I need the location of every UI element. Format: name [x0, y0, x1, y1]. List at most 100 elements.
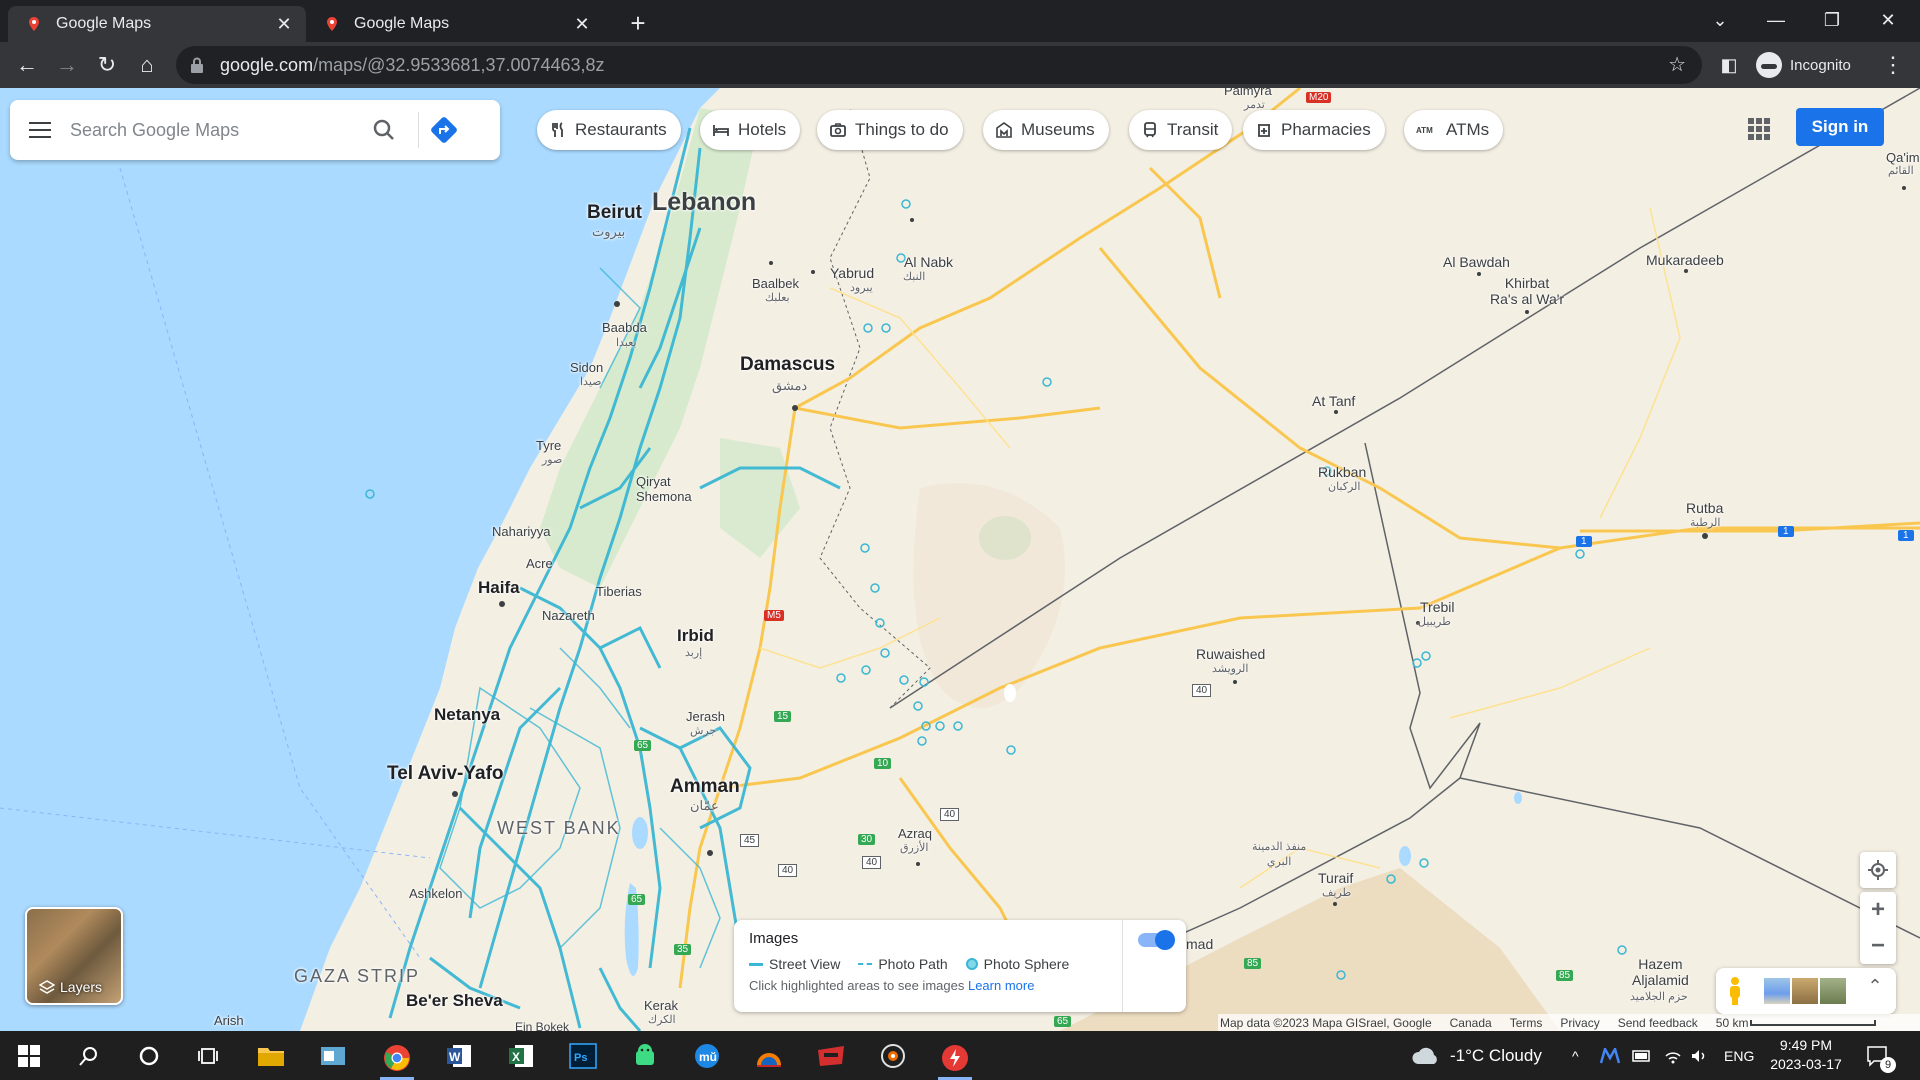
- layers-button[interactable]: Layers: [25, 907, 123, 1005]
- excel-icon[interactable]: X: [504, 1039, 538, 1073]
- sign-in-button[interactable]: Sign in: [1796, 108, 1884, 146]
- app-icon[interactable]: [938, 1039, 972, 1080]
- road-shield: 40: [778, 864, 798, 877]
- battery-icon[interactable]: [1632, 1031, 1652, 1080]
- cortana-icon[interactable]: [132, 1039, 166, 1073]
- chip-hotels[interactable]: Hotels: [700, 110, 801, 150]
- scale-bar[interactable]: 50 km: [1716, 1016, 1877, 1030]
- address-bar[interactable]: google.com/maps/@32.9533681,37.0074463,8…: [176, 46, 1702, 84]
- label-qiryat-shemona: Qiryat Shemona: [636, 474, 692, 504]
- chip-museums[interactable]: Museums: [983, 110, 1109, 150]
- chip-things-to-do[interactable]: Things to do: [817, 110, 963, 150]
- file-explorer-icon[interactable]: [254, 1039, 288, 1073]
- weather-widget[interactable]: -1°C Cloudy: [1410, 1031, 1542, 1080]
- chip-pharmacies[interactable]: Pharmacies: [1243, 110, 1385, 150]
- close-tab-icon[interactable]: ✕: [274, 14, 294, 35]
- app-icon[interactable]: [752, 1039, 786, 1073]
- label-yabrud-ar: يبرود: [850, 282, 873, 294]
- clock[interactable]: 9:49 PM 2023-03-17: [1766, 1036, 1846, 1074]
- new-tab-button[interactable]: +: [624, 8, 652, 39]
- chip-label: Hotels: [738, 120, 787, 139]
- label-kerak: Kerak: [644, 998, 678, 1013]
- label-azraq-ar: الأزرق: [900, 842, 929, 854]
- tab-search-icon[interactable]: ⌄: [1698, 0, 1742, 40]
- restore-button[interactable]: ❐: [1810, 0, 1854, 40]
- imagery-thumbnail[interactable]: [1820, 978, 1846, 1004]
- label-netanya: Netanya: [434, 705, 501, 724]
- road-shield: 85: [1556, 970, 1574, 981]
- road-shield: M5: [764, 610, 784, 621]
- home-icon[interactable]: ⌂: [132, 50, 162, 80]
- map-canvas[interactable]: Lebanon Beirut بيروت Baabda بعبدا Baalbe…: [0, 88, 1920, 1031]
- road-shield: 65: [634, 740, 652, 751]
- imagery-thumbnail[interactable]: [1792, 978, 1818, 1004]
- back-icon[interactable]: ←: [12, 50, 42, 80]
- atm-icon: ATM: [1416, 126, 1433, 135]
- notifications-button[interactable]: 9: [1866, 1031, 1896, 1080]
- chip-restaurants[interactable]: Restaurants: [537, 110, 681, 150]
- chip-transit[interactable]: Transit: [1129, 110, 1233, 150]
- send-feedback-link[interactable]: Send feedback: [1618, 1016, 1698, 1030]
- label-baalbek-ar: بعلبك: [765, 292, 790, 304]
- volume-icon[interactable]: [1690, 1031, 1708, 1080]
- hamburger-menu-icon[interactable]: [10, 100, 70, 160]
- media-player-icon[interactable]: [876, 1039, 910, 1073]
- incognito-profile[interactable]: Incognito: [1756, 50, 1851, 80]
- chip-atms[interactable]: ATM ATMs: [1404, 110, 1504, 150]
- app-icon[interactable]: mŭ: [690, 1039, 724, 1073]
- tab-title: Google Maps: [354, 15, 450, 32]
- road-shield: 85: [1244, 958, 1262, 969]
- browser-tab-2[interactable]: Google Maps ✕: [306, 6, 604, 42]
- imagery-thumbnail[interactable]: [1764, 978, 1790, 1004]
- app-icon[interactable]: [814, 1039, 848, 1073]
- google-apps-icon[interactable]: [1748, 118, 1770, 140]
- wifi-icon[interactable]: [1664, 1031, 1682, 1080]
- terms-link[interactable]: Terms: [1510, 1016, 1543, 1030]
- learn-more-link[interactable]: Learn more: [968, 978, 1034, 993]
- browser-menu-icon[interactable]: ⋮: [1878, 50, 1908, 80]
- show-hidden-icons[interactable]: ^: [1572, 1031, 1579, 1080]
- incognito-icon: [1756, 52, 1782, 78]
- photo-path-swatch: [858, 963, 873, 965]
- zoom-in-button[interactable]: +: [1860, 892, 1896, 928]
- region-link[interactable]: Canada: [1450, 1016, 1492, 1030]
- word-icon[interactable]: W: [442, 1039, 476, 1073]
- language-indicator[interactable]: ENG: [1724, 1031, 1754, 1080]
- bookmark-star-icon[interactable]: ☆: [1668, 52, 1686, 77]
- road-shield: M20: [1306, 92, 1332, 103]
- expand-chevron-icon[interactable]: ⌃: [1862, 976, 1888, 1006]
- search-icon[interactable]: [360, 100, 408, 160]
- chip-label: Transit: [1167, 120, 1219, 139]
- photoshop-icon[interactable]: Ps: [566, 1039, 600, 1073]
- lock-icon: [191, 57, 203, 73]
- side-panel-icon[interactable]: ◧: [1714, 50, 1744, 80]
- panel-divider: [1122, 920, 1123, 1012]
- scale-line: [1750, 1019, 1877, 1026]
- images-toggle[interactable]: [1138, 930, 1175, 950]
- zoom-out-button[interactable]: −: [1860, 928, 1896, 964]
- browser-tab-1[interactable]: Google Maps ✕: [8, 6, 306, 42]
- road-shield: 1: [1778, 526, 1794, 537]
- label-ruwaished: Ruwaished: [1196, 646, 1266, 662]
- close-window-button[interactable]: ✕: [1866, 0, 1910, 40]
- search-icon[interactable]: [72, 1039, 106, 1073]
- my-location-button[interactable]: [1860, 852, 1896, 888]
- label-damascus: Damascus: [740, 354, 836, 375]
- label-gaza-strip: GAZA STRIP: [294, 966, 421, 986]
- directions-icon[interactable]: [429, 115, 459, 145]
- chrome-icon[interactable]: [380, 1039, 414, 1080]
- close-tab-icon[interactable]: ✕: [572, 14, 592, 35]
- minimize-button[interactable]: —: [1754, 0, 1798, 40]
- forward-icon[interactable]: →: [52, 50, 82, 80]
- search-input[interactable]: [70, 119, 360, 141]
- pegman-icon[interactable]: [1726, 976, 1744, 1006]
- outlook-icon[interactable]: [316, 1039, 350, 1073]
- android-app-icon[interactable]: [628, 1039, 662, 1073]
- privacy-link[interactable]: Privacy: [1560, 1016, 1599, 1030]
- tab-title: Google Maps: [56, 15, 152, 32]
- label-rutba: Rutba: [1686, 500, 1724, 516]
- windows-start-icon[interactable]: [12, 1039, 46, 1073]
- tray-app-icon[interactable]: [1600, 1031, 1620, 1080]
- task-view-icon[interactable]: [192, 1039, 226, 1073]
- reload-icon[interactable]: ↻: [92, 50, 122, 80]
